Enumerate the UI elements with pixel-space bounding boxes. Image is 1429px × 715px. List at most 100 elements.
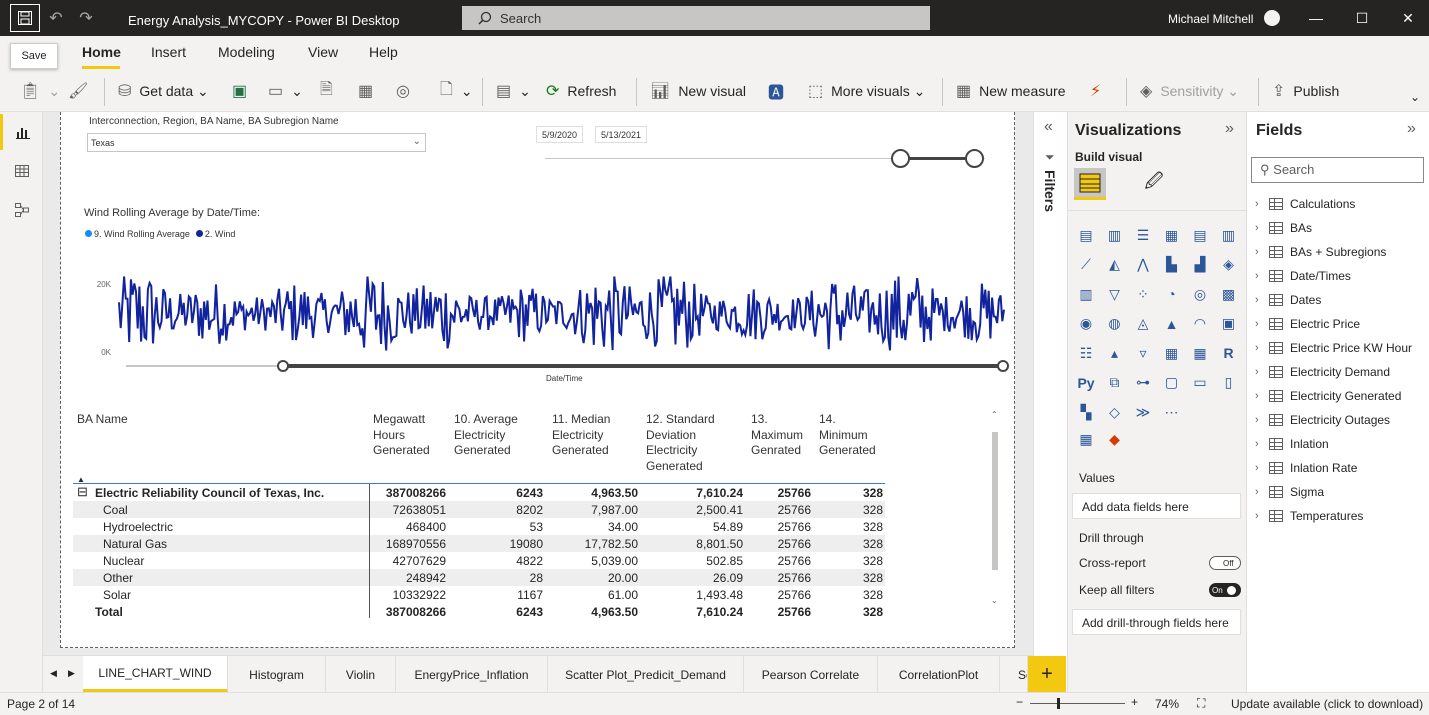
- cross-report-toggle[interactable]: Off: [1209, 556, 1241, 570]
- field-table-item[interactable]: › Dates: [1255, 291, 1321, 309]
- data-hub-button[interactable]: ▭ ⌄: [268, 78, 303, 104]
- tab-home[interactable]: Home: [82, 44, 121, 60]
- model-view-icon[interactable]: [0, 192, 43, 228]
- chevron-right-icon[interactable]: ›: [1255, 462, 1267, 474]
- drill-through-well[interactable]: Add drill-through fields here: [1072, 609, 1241, 635]
- x-axis-zoom-start-handle[interactable]: [277, 360, 289, 372]
- field-table-item[interactable]: › Date/Times: [1255, 267, 1351, 285]
- publish-button[interactable]: ⇪ Publish: [1272, 78, 1339, 104]
- new-measure-button[interactable]: ▦ New measure: [956, 78, 1066, 104]
- paginated-report-icon[interactable]: ▭: [1190, 373, 1210, 393]
- treemap-icon[interactable]: ▩: [1219, 284, 1239, 304]
- chevron-right-icon[interactable]: ›: [1255, 438, 1267, 450]
- matrix-total-row[interactable]: Total 387008266 6243 4,963.50 7,610.24 25766 3…: [73, 603, 885, 620]
- field-table-item[interactable]: › Temperatures: [1255, 507, 1363, 525]
- format-painter-button[interactable]: 🖌︎: [68, 78, 96, 104]
- collapse-group-icon[interactable]: ⊟: [77, 484, 88, 500]
- field-table-item[interactable]: › Sigma: [1255, 483, 1324, 501]
- redo-icon[interactable]: ↷: [76, 8, 96, 28]
- field-table-item[interactable]: › BAs: [1255, 219, 1312, 237]
- col-header-mwh[interactable]: Megawatt Hours Generated: [373, 412, 441, 459]
- zoom-slider-handle[interactable]: [1057, 698, 1060, 709]
- ribbon-collapse-icon[interactable]: ⌄: [1410, 84, 1420, 110]
- excel-button[interactable]: ▣: [232, 78, 255, 104]
- r-visual-icon[interactable]: R: [1219, 343, 1239, 363]
- matrix-scrollbar[interactable]: ⌃ ⌄: [991, 410, 999, 608]
- area-chart-icon[interactable]: ◭: [1105, 255, 1125, 275]
- 100-column-chart-icon[interactable]: ▥: [1219, 225, 1239, 245]
- add-page-button[interactable]: +: [1028, 656, 1066, 693]
- col-header-median[interactable]: 11. Median Electricity Generated: [552, 412, 628, 459]
- matrix-row[interactable]: Nuclear 42707629 4822 5,039.00 502.85 25766 32…: [73, 552, 885, 569]
- matrix-row[interactable]: Solar 10332922 1167 61.00 1,493.48 25766 328: [73, 586, 885, 603]
- search-box[interactable]: Search: [462, 6, 930, 30]
- collapse-visualizations-icon[interactable]: »: [1225, 120, 1234, 138]
- page-tab[interactable]: EnergyPrice_Inflation: [396, 656, 548, 693]
- matrix-group-row[interactable]: ⊟ Electric Reliability Council of Texas, …: [73, 484, 885, 501]
- col-header-average[interactable]: 10. Average Electricity Generated: [454, 412, 536, 459]
- chevron-right-icon[interactable]: ›: [1255, 294, 1267, 306]
- more-visuals-button[interactable]: ⬚ More visuals ⌄: [808, 78, 925, 104]
- chevron-right-icon[interactable]: ›: [1255, 318, 1267, 330]
- field-table-item[interactable]: › Electricity Generated: [1255, 387, 1401, 405]
- 100-bar-chart-icon[interactable]: ▤: [1190, 225, 1210, 245]
- donut-chart-icon[interactable]: ◎: [1190, 284, 1210, 304]
- save-button[interactable]: [10, 4, 40, 32]
- kpi-icon[interactable]: ▴: [1105, 343, 1125, 363]
- update-available-link[interactable]: Update available (click to download): [1231, 697, 1423, 711]
- power-automate-icon[interactable]: ◇: [1105, 402, 1125, 422]
- azure-map-icon[interactable]: ▲: [1162, 314, 1182, 334]
- stacked-column-chart-icon[interactable]: ▦: [1162, 225, 1182, 245]
- field-table-item[interactable]: › BAs + Subregions: [1255, 243, 1386, 261]
- undo-icon[interactable]: ↶: [46, 8, 66, 28]
- tab-help[interactable]: Help: [369, 44, 398, 60]
- line-chart-icon[interactable]: ⟋: [1076, 255, 1096, 275]
- date-slider-start-handle[interactable]: [891, 149, 910, 168]
- scroll-thumb[interactable]: [992, 432, 998, 570]
- smart-narrative-icon[interactable]: ▯: [1219, 373, 1239, 393]
- page-tab[interactable]: LINE_CHART_WIND: [83, 656, 228, 693]
- tab-modeling[interactable]: Modeling: [218, 44, 275, 60]
- page-tab[interactable]: Pearson Correlate: [744, 656, 878, 693]
- page-tab[interactable]: CorrelationPlot: [878, 656, 1000, 693]
- region-slicer-dropdown[interactable]: Texas ⌄: [87, 133, 426, 152]
- chevron-right-icon[interactable]: ›: [1255, 390, 1267, 402]
- date-slider-end-handle[interactable]: [965, 149, 984, 168]
- refresh-button[interactable]: ⟳ Refresh: [546, 78, 616, 104]
- funnel-chart-icon[interactable]: ▽: [1105, 284, 1125, 304]
- clustered-column-chart-icon[interactable]: ▥: [1105, 225, 1125, 245]
- legend-item-rolling[interactable]: 9. Wind Rolling Average: [85, 229, 190, 239]
- filters-pane-collapsed[interactable]: « ⏷ Filters: [1033, 112, 1068, 692]
- matrix-row[interactable]: Natural Gas 168970556 19080 17,782.50 8,801.…: [73, 535, 885, 552]
- field-table-item[interactable]: › Inlation: [1255, 435, 1329, 453]
- matrix-visual-icon[interactable]: ▦: [1190, 343, 1210, 363]
- chevron-right-icon[interactable]: ›: [1255, 246, 1267, 258]
- dataverse-button[interactable]: ◎: [396, 78, 418, 104]
- line-column-chart-icon[interactable]: ▙: [1162, 255, 1182, 275]
- chevron-right-icon[interactable]: ›: [1255, 198, 1267, 210]
- values-well[interactable]: Add data fields here: [1072, 493, 1241, 519]
- field-table-item[interactable]: › Electricity Outages: [1255, 411, 1390, 429]
- col-header-ba-name[interactable]: BA Name: [77, 412, 227, 428]
- matrix-row[interactable]: Other 248942 28 20.00 26.09 25766 328: [73, 569, 885, 586]
- scroll-down-icon[interactable]: ⌄: [991, 596, 998, 605]
- page-tab[interactable]: Histogram: [228, 656, 326, 693]
- new-visual-button[interactable]: 📊︎ New visual: [650, 78, 746, 104]
- data-view-icon[interactable]: [0, 153, 43, 189]
- enter-data-button[interactable]: ▦: [358, 78, 381, 104]
- key-influencers-icon[interactable]: ⧉: [1105, 373, 1125, 393]
- col-header-stddev[interactable]: 12. Standard Deviation Electricity Gener…: [646, 412, 728, 474]
- stacked-area-chart-icon[interactable]: ⋀: [1133, 255, 1153, 275]
- chevron-right-icon[interactable]: ›: [1255, 222, 1267, 234]
- chevron-right-icon[interactable]: ›: [1255, 342, 1267, 354]
- collapse-fields-icon[interactable]: »: [1407, 120, 1416, 138]
- slicer-icon[interactable]: ▿: [1133, 343, 1153, 363]
- close-icon[interactable]: ✕: [1398, 8, 1418, 28]
- paste-button[interactable]: 📋︎ ⌄: [20, 78, 60, 104]
- page-tab[interactable]: Scatter Plot_Predicit_Demand: [548, 656, 744, 693]
- chevron-right-icon[interactable]: ›: [1255, 414, 1267, 426]
- matrix-row[interactable]: Coal 72638051 8202 7,987.00 2,500.41 25766 328: [73, 501, 885, 518]
- chevron-right-icon[interactable]: ›: [1255, 510, 1267, 522]
- minimize-icon[interactable]: —: [1306, 8, 1326, 28]
- custom-visual-icon[interactable]: ▦: [1076, 429, 1096, 449]
